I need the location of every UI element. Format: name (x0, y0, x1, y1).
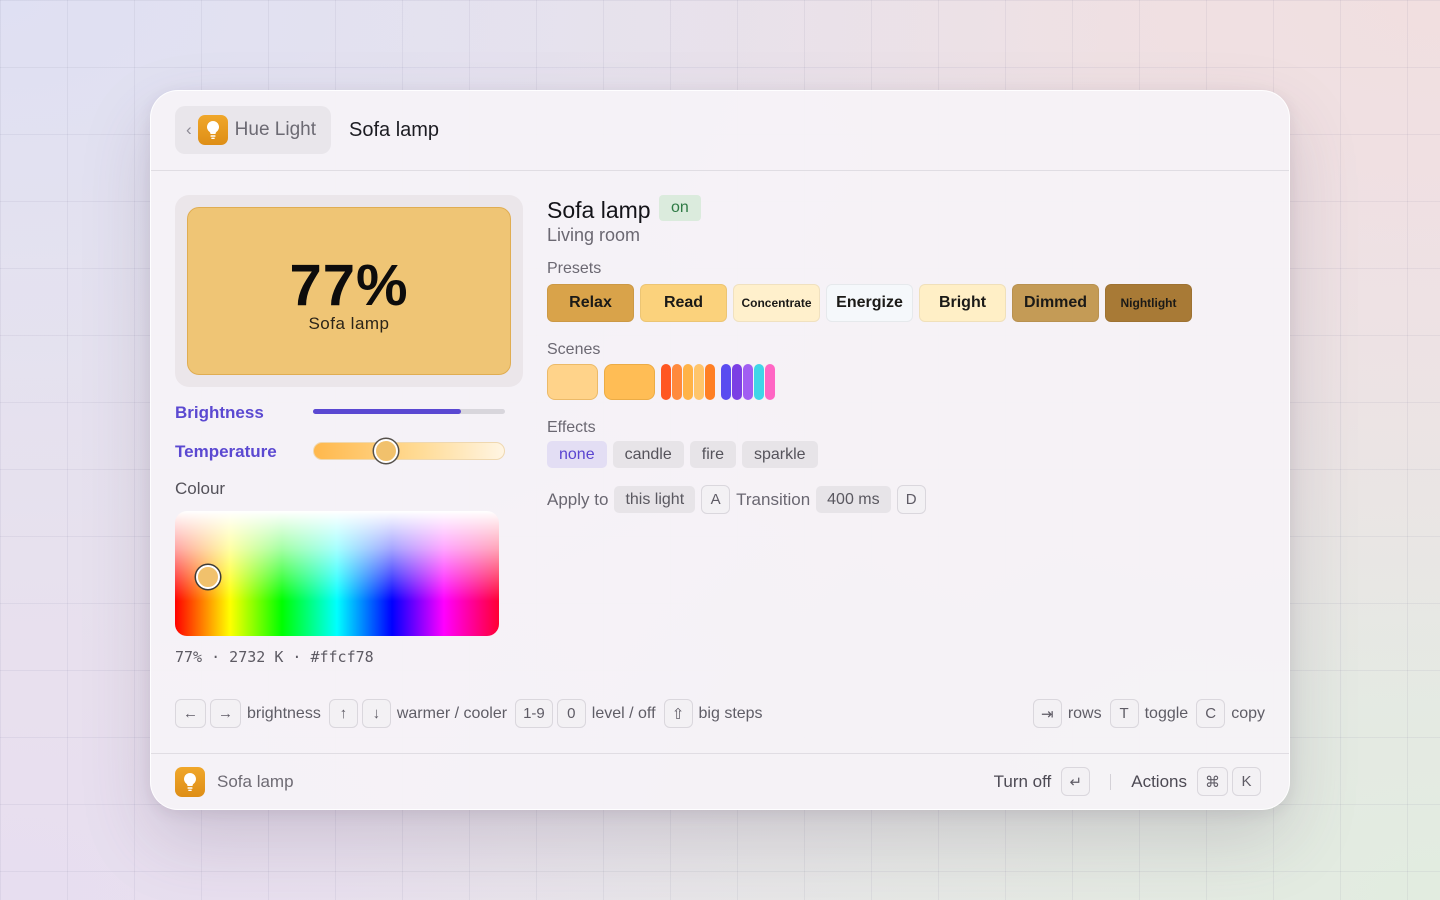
hint-big-steps: big steps (698, 704, 763, 722)
footer-actions: Turn off ↵ Actions ⌘ K (994, 767, 1261, 796)
hint-rows: rows (1067, 704, 1102, 722)
preset-read-button[interactable]: Read (640, 284, 727, 322)
up-arrow-key: ↑ (328, 699, 358, 728)
light-name: Sofa lamp (547, 197, 651, 223)
temperature-slider-thumb[interactable] (374, 439, 399, 463)
t-key: T (1109, 699, 1139, 728)
scene-palette-stripe (754, 364, 764, 400)
back-button[interactable]: ‹ Hue Light (175, 106, 331, 154)
shift-key: ⇧ (663, 699, 693, 728)
scene-palette-stripe (765, 364, 775, 400)
scenes-row (547, 364, 775, 400)
hint-brightness: brightness (247, 704, 321, 722)
scene-palette[interactable] (661, 364, 715, 400)
hint-level: level / off (591, 704, 656, 722)
colour-readout: 77% · 2732 K · #ffcf78 (175, 648, 374, 666)
scene-palette-stripe (672, 364, 682, 400)
lightbulb-icon (197, 115, 228, 145)
scene-palette-stripe (705, 364, 715, 400)
apply-target-key: A (701, 485, 731, 514)
back-label: Hue Light (234, 119, 317, 140)
brightness-slider-fill (313, 409, 461, 414)
lightbulb-icon (175, 767, 205, 797)
preview-light-name: Sofa lamp (308, 314, 390, 333)
transition-value-chip[interactable]: 400 ms (816, 486, 891, 513)
transition-key: D (896, 485, 926, 514)
effects-label: Effects (547, 419, 596, 436)
left-arrow-key: ← (175, 699, 206, 728)
effect-fire-chip[interactable]: fire (689, 441, 736, 468)
hint-temperature: warmer / cooler (396, 704, 508, 722)
effect-sparkle-chip[interactable]: sparkle (741, 441, 818, 468)
status-badge: on (659, 195, 701, 221)
preset-concentrate-button[interactable]: Concentrate (733, 284, 820, 322)
hint-toggle: toggle (1144, 704, 1189, 722)
room-name: Living room (547, 225, 641, 245)
chevron-left-icon: ‹ (186, 120, 192, 139)
temperature-slider[interactable] (313, 439, 505, 463)
effect-candle-chip[interactable]: candle (612, 441, 684, 468)
footer-light-name: Sofa lamp (217, 772, 294, 791)
preset-dimmed-button[interactable]: Dimmed (1012, 284, 1099, 322)
right-arrow-key: → (210, 699, 241, 728)
presets-row: Relax Read Concentrate Energize Bright Dimmed… (547, 284, 1192, 322)
footer-action-bar: Sofa lamp Turn off ↵ Actions ⌘ K (151, 753, 1289, 809)
scene-palette-stripe (743, 364, 753, 400)
turn-off-button[interactable]: Turn off (994, 772, 1052, 792)
scene-palette-stripe (732, 364, 742, 400)
scene-palette-stripe (721, 364, 731, 400)
light-preview-swatch: 77% Sofa lamp (187, 207, 511, 375)
actions-button[interactable]: Actions (1131, 772, 1187, 792)
down-arrow-key: ↓ (361, 699, 391, 728)
brightness-label: Brightness (175, 403, 264, 422)
colour-picker-thumb[interactable] (196, 565, 220, 589)
zero-key: 0 (556, 699, 586, 728)
apply-row: Apply to this light A Transition 400 ms … (547, 485, 926, 514)
preset-bright-button[interactable]: Bright (919, 284, 1006, 322)
scene-swatch[interactable] (547, 364, 598, 400)
tab-key: ⇥ (1032, 699, 1062, 728)
brightness-slider[interactable] (313, 409, 505, 414)
k-key: K (1232, 767, 1261, 796)
scene-palette-stripe (683, 364, 693, 400)
scene-swatch[interactable] (604, 364, 655, 400)
colour-picker[interactable] (175, 511, 499, 636)
header: ‹ Hue Light Sofa lamp (151, 91, 1289, 171)
light-preview-card: 77% Sofa lamp (175, 195, 523, 387)
scenes-label: Scenes (547, 341, 601, 358)
colour-label: Colour (175, 479, 226, 498)
keyboard-hints-right: ⇥ rows T toggle C copy (1032, 699, 1265, 728)
scene-palette-stripe (661, 364, 671, 400)
effect-none-chip[interactable]: none (547, 441, 607, 468)
scene-palette-stripe (694, 364, 704, 400)
preset-energize-button[interactable]: Energize (826, 284, 913, 322)
light-control-window: ‹ Hue Light Sofa lamp 77% Sofa lamp Brig… (150, 90, 1290, 810)
effects-row: none candle fire sparkle (547, 441, 818, 468)
c-key: C (1196, 699, 1226, 728)
scene-palette[interactable] (721, 364, 775, 400)
presets-label: Presets (547, 260, 602, 277)
brightness-level-display: 77% (289, 253, 409, 318)
apply-to-label: Apply to (547, 489, 609, 509)
digits-key: 1-9 (515, 699, 553, 728)
preset-relax-button[interactable]: Relax (547, 284, 634, 322)
transition-label: Transition (736, 489, 811, 509)
page-title: Sofa lamp (349, 119, 440, 141)
keyboard-hints-left: ← → brightness ↑ ↓ warmer / cooler 1-9 0… (175, 699, 767, 728)
hint-copy: copy (1231, 704, 1265, 722)
temperature-label: Temperature (175, 442, 277, 461)
apply-target-chip[interactable]: this light (614, 486, 696, 513)
preset-nightlight-button[interactable]: Nightlight (1105, 284, 1192, 322)
cmd-key: ⌘ (1197, 767, 1228, 796)
enter-key: ↵ (1061, 767, 1091, 796)
footer-divider (1110, 773, 1112, 790)
